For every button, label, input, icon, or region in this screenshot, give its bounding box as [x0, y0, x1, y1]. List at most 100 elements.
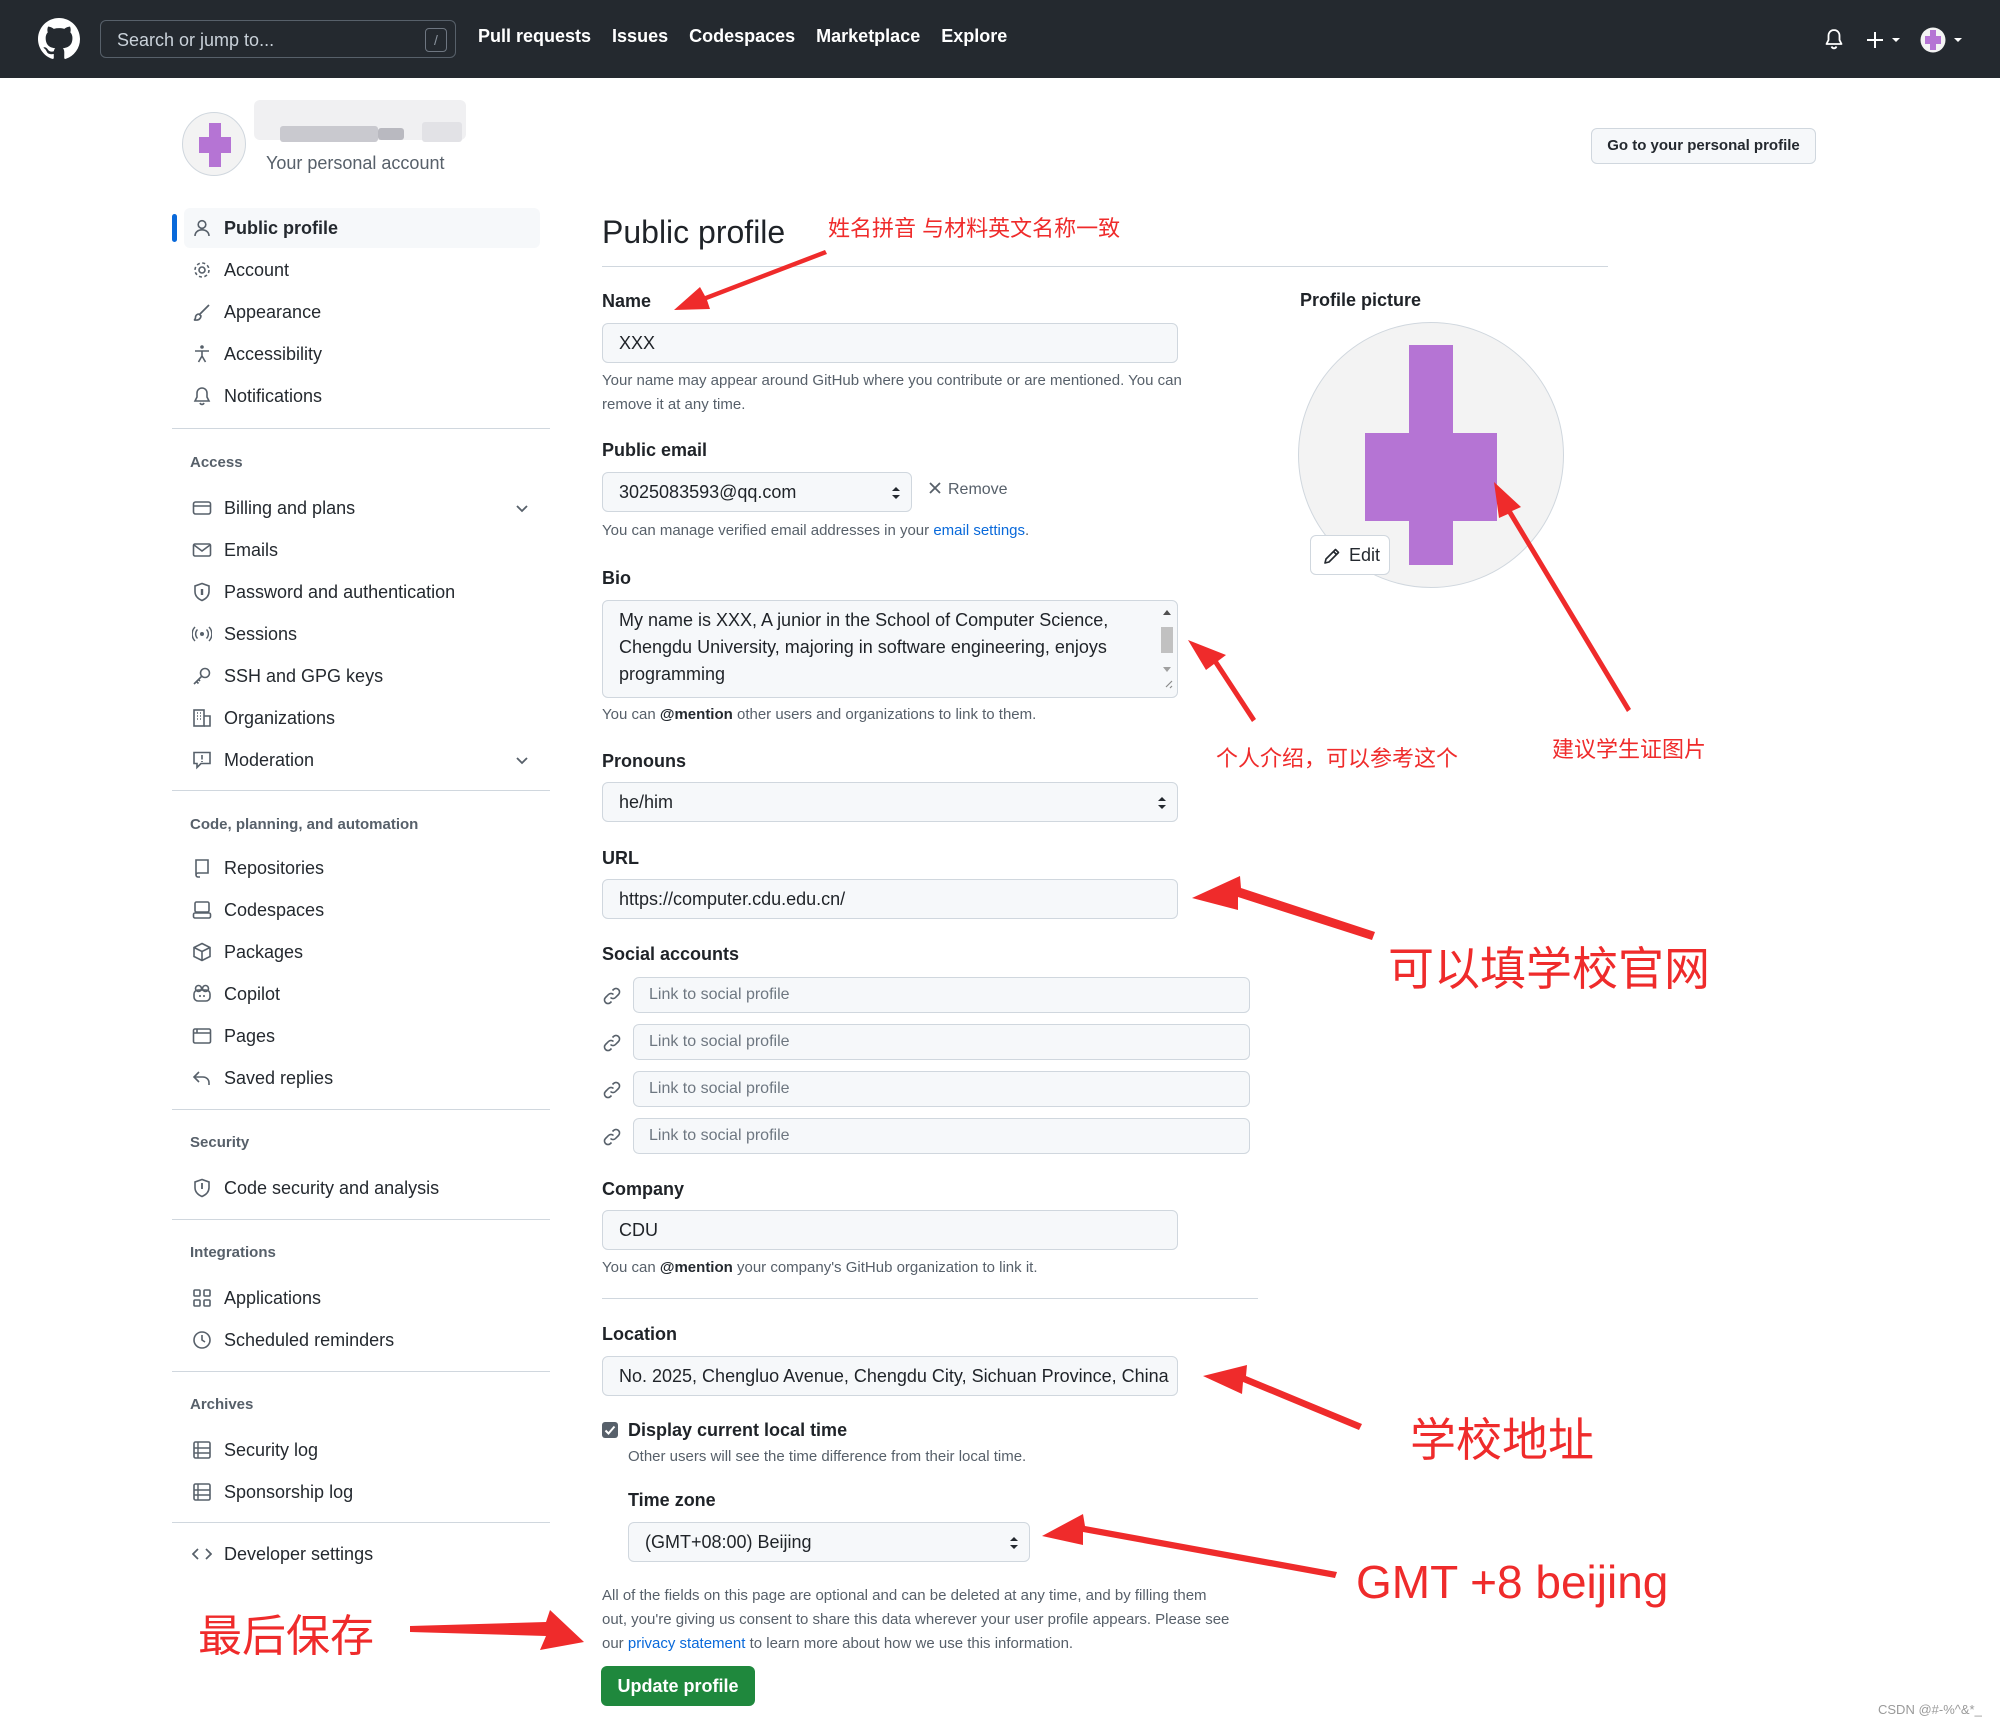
gear-icon: [194, 262, 210, 278]
sidebar-item-pages[interactable]: Pages: [184, 1016, 540, 1056]
company-input[interactable]: CDU: [602, 1210, 1178, 1250]
shield-icon: [194, 1178, 210, 1198]
close-icon: [929, 482, 941, 494]
sidebar-item-notifications[interactable]: Notifications: [184, 376, 540, 416]
email-note: You can manage verified email addresses …: [602, 519, 1029, 543]
pronouns-select[interactable]: he/him: [602, 782, 1178, 822]
sidebar-item-security-log[interactable]: Security log: [184, 1430, 540, 1470]
top-nav: Pull requests Issues Codespaces Marketpl…: [478, 26, 1007, 47]
email-note-text: You can manage verified email addresses …: [602, 522, 934, 539]
sidebar-heading-access: Access: [190, 454, 243, 471]
log-icon: [193, 1483, 211, 1501]
social-link-input-4[interactable]: Link to social profile: [633, 1118, 1250, 1154]
sidebar-item-emails[interactable]: Emails: [184, 530, 540, 570]
email-settings-link[interactable]: email settings: [933, 522, 1025, 539]
remove-email-button[interactable]: Remove: [928, 481, 1008, 499]
sidebar-item-scheduled-reminders[interactable]: Scheduled reminders: [184, 1320, 540, 1360]
sidebar-item-code-security[interactable]: Code security and analysis: [184, 1168, 540, 1208]
sidebar-item-label: Applications: [224, 1288, 322, 1308]
accessibility-icon: [195, 345, 209, 363]
name-label: Name: [602, 291, 652, 311]
nav-explore[interactable]: Explore: [941, 26, 1007, 47]
log-icon: [193, 1441, 211, 1459]
display-local-time-label[interactable]: Display current local time: [628, 1420, 847, 1441]
github-logo-icon[interactable]: [38, 18, 80, 60]
sidebar-item-codespaces[interactable]: Codespaces: [184, 890, 540, 930]
create-new-plus-icon[interactable]: [1866, 30, 1902, 50]
sidebar-item-password-auth[interactable]: Password and authentication: [184, 572, 540, 612]
sidebar-item-copilot[interactable]: Copilot: [184, 974, 540, 1014]
name-input[interactable]: XXX: [602, 323, 1178, 363]
sidebar-item-moderation[interactable]: Moderation: [184, 740, 540, 780]
annotation-location-hint: 学校地址: [1410, 1414, 1594, 1466]
sidebar-item-label: Saved replies: [224, 1068, 334, 1088]
url-input[interactable]: https://computer.cdu.edu.cn/: [602, 879, 1178, 919]
display-local-time-checkbox[interactable]: [602, 1422, 618, 1438]
location-input[interactable]: No. 2025, Chengluo Avenue, Chengdu City,…: [602, 1356, 1178, 1396]
time-zone-label: Time zone: [628, 1490, 716, 1510]
sidebar-item-organizations[interactable]: Organizations: [184, 698, 540, 738]
bell-icon[interactable]: [1824, 28, 1844, 50]
public-email-value: 3025083593@qq.com: [619, 482, 797, 502]
section-divider: [602, 1298, 1258, 1299]
sidebar-item-sponsorship-log[interactable]: Sponsorship log: [184, 1472, 540, 1512]
privacy-statement-link[interactable]: privacy statement: [628, 1635, 746, 1652]
sidebar-item-repositories[interactable]: Repositories: [184, 848, 540, 888]
sidebar-item-billing[interactable]: Billing and plans: [184, 488, 540, 528]
url-label: URL: [602, 848, 639, 868]
sidebar-item-label: Sponsorship log: [224, 1482, 354, 1502]
nav-issues[interactable]: Issues: [612, 26, 668, 47]
chevron-down-icon[interactable]: [514, 500, 530, 516]
search-input[interactable]: Search or jump to... /: [100, 20, 456, 58]
nav-marketplace[interactable]: Marketplace: [816, 26, 920, 47]
sidebar-item-label: Codespaces: [224, 900, 325, 920]
user-avatar-menu-icon[interactable]: [1920, 26, 1964, 54]
sidebar-item-label: Security log: [224, 1440, 319, 1460]
arrow-to-bio: [1188, 640, 1256, 722]
sidebar-item-public-profile[interactable]: Public profile: [172, 208, 540, 248]
sidebar-item-label: Account: [224, 260, 290, 280]
name-note: Your name may appear around GitHub where…: [602, 369, 1182, 417]
time-zone-value: (GMT+08:00) Beijing: [645, 1532, 812, 1552]
sidebar-item-label: SSH and GPG keys: [224, 666, 384, 686]
sidebar-item-sessions[interactable]: Sessions: [184, 614, 540, 654]
go-to-profile-button[interactable]: Go to your personal profile: [1591, 128, 1816, 164]
sidebar-item-developer-settings[interactable]: Developer settings: [184, 1534, 540, 1574]
bio-scrollbar[interactable]: [1159, 605, 1175, 691]
public-email-label: Public email: [602, 440, 708, 460]
sidebar-item-account[interactable]: Account: [184, 250, 540, 290]
sidebar-divider: [172, 1219, 550, 1220]
sidebar-item-label: Repositories: [224, 858, 325, 878]
select-arrows-icon: [892, 487, 900, 499]
update-profile-button[interactable]: Update profile: [601, 1666, 755, 1706]
link-icon: [603, 1034, 621, 1052]
bell-icon: [193, 387, 211, 406]
nav-pull-requests[interactable]: Pull requests: [478, 26, 591, 47]
sidebar-item-appearance[interactable]: Appearance: [184, 292, 540, 332]
sidebar-divider: [172, 1371, 550, 1372]
sidebar-item-packages[interactable]: Packages: [184, 932, 540, 972]
company-note-end: your company's GitHub organization to li…: [732, 1259, 1038, 1276]
social-link-input-2[interactable]: Link to social profile: [633, 1024, 1250, 1060]
sidebar-item-ssh-gpg[interactable]: SSH and GPG keys: [184, 656, 540, 696]
public-email-select[interactable]: 3025083593@qq.com: [602, 472, 912, 512]
footer-line1: All of the fields on this page are optio…: [602, 1587, 1207, 1604]
annotation-picture-hint: 建议学生证图片: [1552, 737, 1707, 762]
sidebar-item-saved-replies[interactable]: Saved replies: [184, 1058, 540, 1098]
bio-textarea[interactable]: My name is XXX, A junior in the School o…: [602, 600, 1178, 698]
codespaces-icon: [192, 901, 212, 919]
edit-picture-button[interactable]: Edit: [1310, 535, 1390, 575]
clock-icon: [193, 1331, 211, 1349]
sidebar-item-label: Appearance: [224, 302, 322, 322]
company-note-text: You can: [602, 1259, 660, 1276]
social-link-input-3[interactable]: Link to social profile: [633, 1071, 1250, 1107]
sidebar-item-label: Packages: [224, 942, 304, 962]
time-zone-select[interactable]: (GMT+08:00) Beijing: [628, 1522, 1030, 1562]
social-link-input-1[interactable]: Link to social profile: [633, 977, 1250, 1013]
sidebar-item-accessibility[interactable]: Accessibility: [184, 334, 540, 374]
select-arrows-icon: [1010, 1537, 1018, 1549]
sidebar-item-label: Developer settings: [224, 1544, 374, 1564]
chevron-down-icon[interactable]: [514, 752, 530, 768]
nav-codespaces[interactable]: Codespaces: [689, 26, 795, 47]
sidebar-item-applications[interactable]: Applications: [184, 1278, 540, 1318]
